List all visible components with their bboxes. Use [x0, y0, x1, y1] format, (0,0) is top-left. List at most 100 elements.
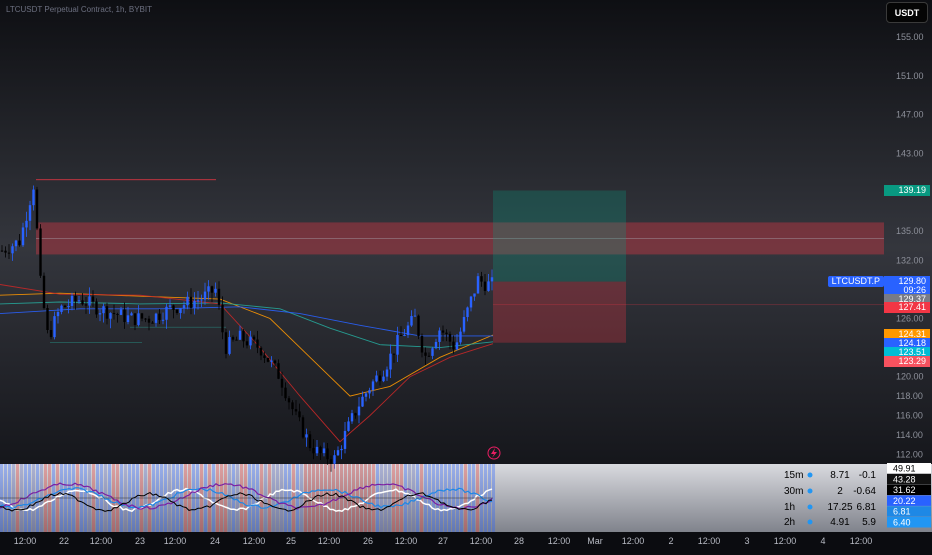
candle-body [179, 308, 182, 313]
osc-scale-label: 43.28 [893, 474, 916, 484]
candle-body [326, 448, 329, 460]
candle-body [329, 459, 333, 464]
candle-body [238, 330, 242, 340]
candle-body [91, 296, 95, 302]
candle-body [119, 309, 123, 315]
candle-body [319, 446, 322, 454]
candle-body [396, 335, 399, 355]
candle-body [172, 305, 175, 310]
osc-table-value-b: -0.1 [859, 470, 877, 481]
osc-table-dot [807, 519, 813, 525]
candle-body [11, 246, 14, 254]
candle-body [469, 296, 473, 308]
osc-table-value-b: -0.64 [853, 486, 876, 497]
candle-body [42, 275, 46, 309]
candle-body [49, 329, 53, 338]
candle-body [462, 317, 466, 332]
candle-body [340, 448, 343, 451]
y-tick-label: 132.00 [896, 255, 924, 265]
candle-body [105, 306, 109, 319]
price-chart[interactable]: 15m 8.71 -0.1 30m 2 -0.64 1h 17.25 6.81 2h 4.91 5.9… [0, 0, 932, 550]
y-tick-label: 118.00 [896, 391, 923, 401]
candle-body [102, 306, 105, 314]
osc-table-value-b: 6.81 [857, 502, 877, 513]
y-tick-label: 126.00 [896, 313, 924, 323]
candle-body [336, 450, 340, 456]
x-tick-label: 12:00 [14, 536, 37, 546]
candle-body [56, 312, 60, 317]
osc-table-dot [807, 504, 813, 510]
candle-body [270, 360, 273, 362]
candle-body [385, 369, 389, 377]
y-tick-label: 112.00 [896, 449, 923, 459]
candle-body [434, 341, 438, 349]
candle-body [112, 313, 116, 315]
x-tick-label: 12:00 [318, 536, 341, 546]
candle-body [375, 375, 378, 382]
candle-body [403, 335, 406, 337]
candle-body [368, 390, 371, 394]
candle-body [312, 448, 315, 454]
candle-body [151, 322, 154, 324]
candle-body [67, 306, 70, 308]
candle-body [21, 227, 25, 246]
candle-body [305, 434, 308, 438]
candle-body [406, 325, 410, 336]
candle-body [249, 336, 252, 346]
candle-body [126, 315, 130, 323]
candle-body [371, 381, 375, 391]
candle-body [361, 396, 364, 407]
candle-body [242, 330, 245, 342]
candle-body [427, 355, 431, 357]
candle-body [193, 300, 196, 308]
candle-body [147, 318, 151, 323]
x-tick-label: 26 [363, 536, 373, 546]
candle-body [25, 220, 28, 228]
candle-body [364, 393, 368, 397]
candle-body [277, 363, 280, 379]
y-tick-label: 155.00 [896, 32, 924, 42]
candle-body [291, 402, 294, 410]
candle-body [438, 330, 441, 342]
chart-area[interactable]: 15m 8.71 -0.1 30m 2 -0.64 1h 17.25 6.81 2h 4.91 5.9… [0, 0, 932, 550]
candle-body [252, 336, 256, 340]
position-target-area [493, 190, 626, 282]
candle-body [399, 335, 403, 337]
candle-body [298, 411, 301, 418]
candle-body [77, 300, 81, 302]
candle-body [382, 376, 385, 382]
candle-body [354, 413, 357, 416]
candle-body [95, 301, 98, 315]
osc-table-value-b: 5.9 [862, 517, 876, 528]
candle-body [207, 286, 210, 292]
osc-table-dot [807, 472, 813, 478]
osc-table-value-a: 4.91 [830, 517, 850, 528]
position-stop-area [493, 281, 626, 343]
candle-body [347, 421, 350, 431]
x-tick-label: 3 [744, 536, 749, 546]
osc-table-value-a: 17.25 [827, 502, 852, 513]
candle-body [63, 305, 67, 308]
candle-body [74, 295, 77, 302]
symbol-price-badge: LTCUSDT.P [827, 276, 884, 288]
x-tick-label: 27 [438, 536, 448, 546]
osc-table-value-a: 2 [837, 486, 843, 497]
candle-body [294, 409, 298, 412]
osc-table-tf: 1h [784, 502, 795, 513]
y-tick-label: 116.00 [896, 410, 923, 420]
osc-table-tf: 2h [784, 517, 795, 528]
candle-body [392, 353, 396, 355]
y-tick-label: 120.00 [896, 372, 924, 382]
candle-body [154, 313, 158, 323]
candle-body [203, 291, 207, 300]
candle-body [266, 357, 270, 362]
candle-body [480, 276, 483, 282]
x-tick-label: 2 [668, 536, 673, 546]
x-tick-label: 12:00 [395, 536, 418, 546]
currency-button[interactable]: USDT [886, 2, 928, 23]
candle-body [123, 309, 126, 323]
candle-body [182, 305, 186, 309]
candle-body [235, 339, 238, 341]
candle-body [53, 316, 56, 338]
osc-table-tf: 30m [784, 486, 803, 497]
